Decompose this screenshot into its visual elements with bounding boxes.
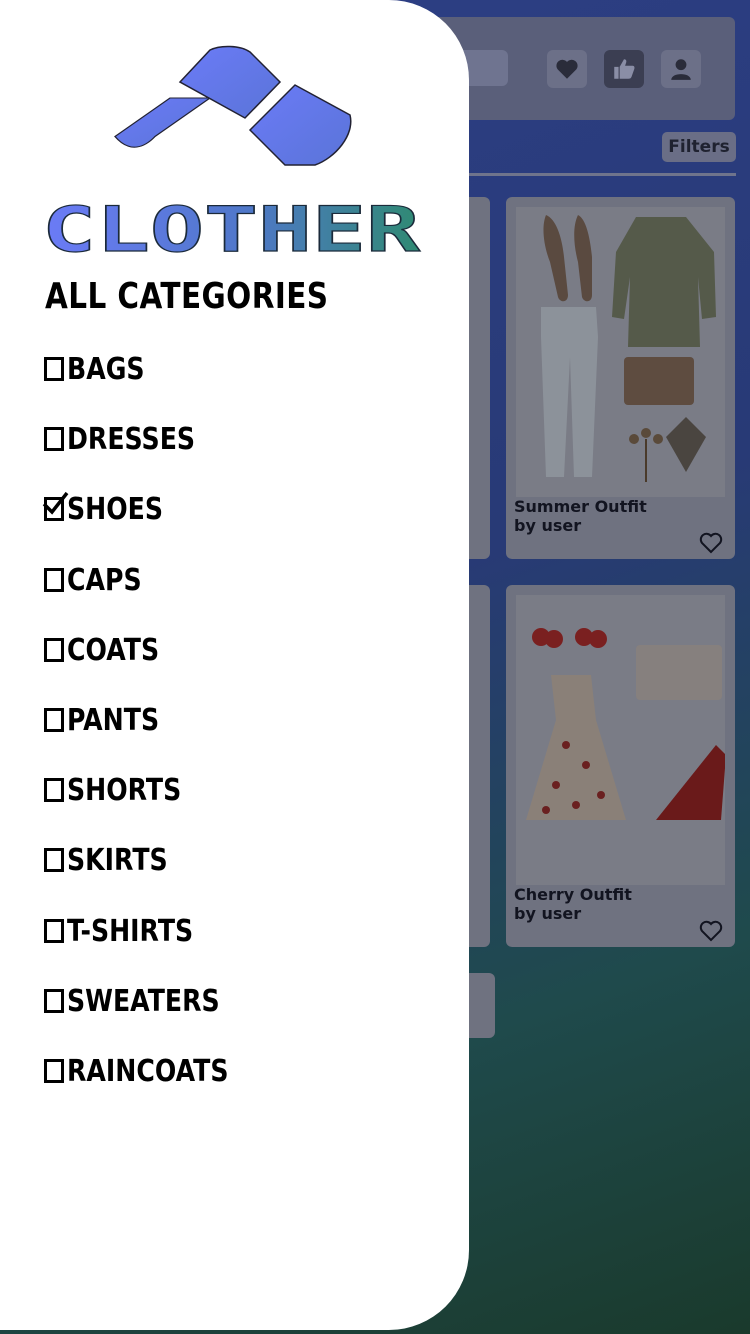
category-item-skirts[interactable]: SKIRTS: [44, 841, 259, 911]
brand-wordmark: CLOTHER: [41, 203, 421, 257]
category-list: BAGS DRESSES SHOES CAPS COATS PANTS SHORTS SKIR…: [42, 350, 259, 1122]
category-item-coats[interactable]: COATS: [44, 631, 259, 701]
category-item-caps[interactable]: CAPS: [44, 561, 259, 631]
category-checkbox[interactable]: [44, 357, 64, 381]
brand-logo-icon: [114, 45, 352, 166]
category-checkbox[interactable]: [44, 707, 64, 732]
outfit-image: [516, 207, 725, 497]
category-label: COATS: [67, 632, 160, 668]
user-icon: [671, 59, 691, 80]
outfit-image: [516, 595, 725, 885]
card-title: Summer Outfit: [514, 497, 647, 516]
thumbs-up-icon: [614, 59, 635, 79]
category-checkbox[interactable]: [44, 918, 64, 943]
card-title: Cherry Outfit: [514, 885, 632, 904]
category-label: SHOES: [67, 492, 164, 528]
category-checkbox[interactable]: [42, 492, 69, 522]
category-item-t-shirts[interactable]: T-SHIRTS: [44, 912, 259, 982]
category-label: T-SHIRTS: [67, 913, 194, 949]
card-author: by user: [514, 516, 582, 535]
heart-icon[interactable]: [699, 920, 723, 942]
category-checkbox[interactable]: [44, 427, 64, 452]
category-item-bags[interactable]: BAGS: [44, 350, 259, 420]
category-checkbox[interactable]: [44, 637, 64, 662]
category-checkbox[interactable]: [44, 988, 64, 1013]
card-author: by user: [514, 904, 582, 923]
category-checkbox[interactable]: [44, 778, 64, 803]
outfit-card[interactable]: Summer Outfit by user: [506, 197, 735, 559]
category-checkbox[interactable]: [44, 1058, 64, 1083]
category-item-sweaters[interactable]: SWEATERS: [44, 982, 259, 1052]
category-item-dresses[interactable]: DRESSES: [44, 420, 259, 490]
category-label: SKIRTS: [67, 843, 168, 879]
category-label: CAPS: [67, 562, 142, 598]
category-label: SHORTS: [67, 773, 182, 809]
category-item-shorts[interactable]: SHORTS: [44, 771, 259, 841]
heart-icon[interactable]: [699, 532, 723, 554]
checkmark-icon: [42, 492, 69, 516]
filters-button[interactable]: Filters: [662, 132, 736, 162]
category-checkbox[interactable]: [44, 848, 64, 873]
profile-button[interactable]: [661, 50, 701, 88]
outfit-card[interactable]: Cherry Outfit by user: [506, 585, 735, 947]
category-label: SWEATERS: [67, 983, 220, 1019]
heart-icon: [556, 59, 578, 79]
category-label: BAGS: [67, 352, 145, 387]
category-item-raincoats[interactable]: RAINCOATS: [44, 1052, 259, 1122]
category-drawer: CLOTHER ALL CATEGORIES BAGS DRESSES SHOES C…: [0, 0, 469, 1330]
favorites-button[interactable]: [547, 50, 587, 88]
category-item-pants[interactable]: PANTS: [44, 701, 259, 771]
category-label: RAINCOATS: [67, 1053, 229, 1089]
likes-button[interactable]: [604, 50, 644, 88]
category-label: PANTS: [67, 702, 160, 738]
categories-heading: ALL CATEGORIES: [45, 276, 329, 317]
category-checkbox[interactable]: [44, 567, 64, 592]
category-label: DRESSES: [67, 422, 196, 458]
svg-text:CLOTHER: CLOTHER: [42, 203, 421, 257]
category-item-shoes[interactable]: SHOES: [42, 490, 259, 560]
